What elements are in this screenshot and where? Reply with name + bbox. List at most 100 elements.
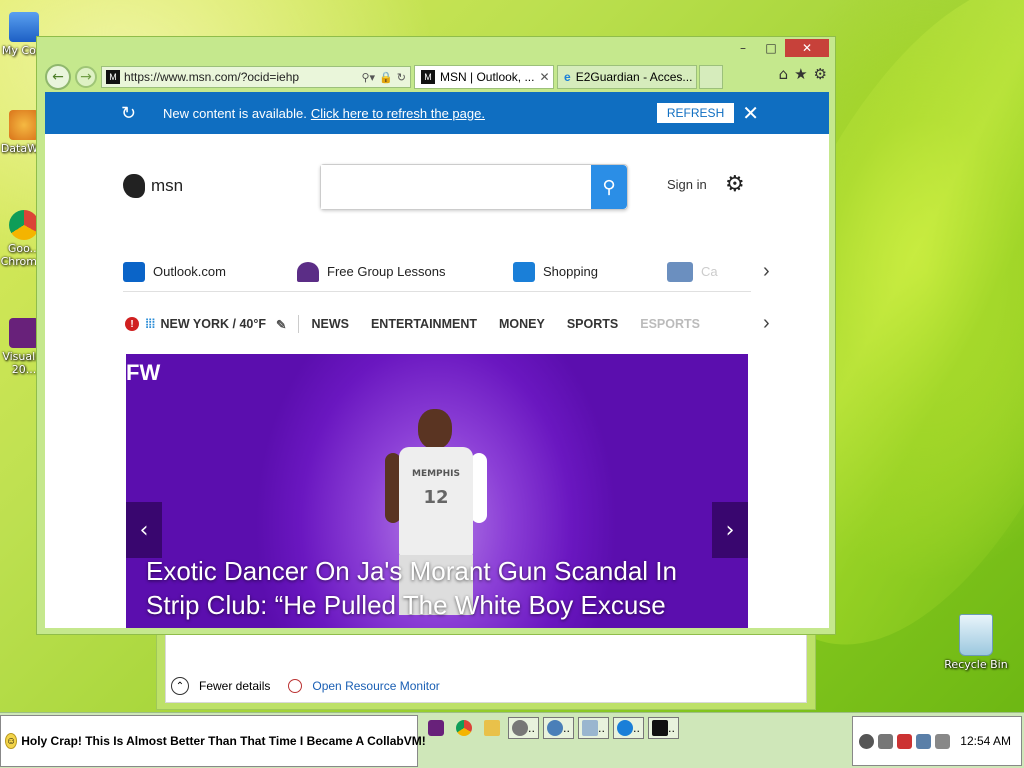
recycle-bin-icon — [959, 614, 993, 656]
maximize-button[interactable]: □ — [757, 39, 785, 57]
task-manager-task[interactable]: .. — [578, 717, 609, 739]
jersey-number: 12 — [423, 487, 449, 508]
window-controls: – □ ✕ — [729, 39, 829, 57]
command-prompt-icon — [652, 720, 668, 736]
quick-link-cars[interactable]: Ca — [667, 261, 718, 282]
address-url[interactable]: https://www.msn.com/?ocid=iehp — [124, 70, 358, 84]
favorites-star-icon[interactable]: ★ — [794, 65, 807, 83]
category-entertainment[interactable]: ENTERTAINMENT — [371, 317, 477, 331]
new-tab-button[interactable] — [699, 65, 723, 89]
chrome-icon — [9, 210, 39, 240]
refresh-icon[interactable]: ↻ — [397, 71, 406, 84]
folder-icon — [484, 720, 500, 736]
category-news[interactable]: NEWS — [311, 317, 349, 331]
category-nav: ! ⁞⁞⁞ NEW YORK / 40°F ✎ NEWS ENTERTAINME… — [125, 310, 770, 338]
ie-icon: e — [564, 70, 571, 84]
desktop-icon-label: Recycle Bin — [944, 658, 1008, 671]
hero-headline[interactable]: Exotic Dancer On Ja's Morant Gun Scandal… — [146, 554, 726, 622]
tray-status-icon[interactable] — [859, 733, 874, 749]
search-icon[interactable]: ⚲ — [591, 165, 627, 209]
open-resource-monitor-link[interactable]: Open Resource Monitor — [312, 679, 439, 693]
volume-icon[interactable] — [935, 733, 950, 749]
edit-pencil-icon[interactable]: ✎ — [276, 317, 286, 332]
player-head — [418, 409, 452, 449]
quick-link-label: Free Group Lessons — [327, 264, 446, 279]
visual-studio-task[interactable] — [424, 717, 448, 739]
smiley-icon: ☺ — [5, 733, 18, 749]
datawrangler-icon — [9, 110, 39, 140]
sign-in-link[interactable]: Sign in — [667, 177, 707, 192]
player-jersey: MEMPHIS 12 — [399, 447, 473, 557]
weather-location[interactable]: NEW YORK / 40°F — [161, 317, 266, 331]
refresh-icon: ↻ — [121, 102, 137, 123]
close-window-button[interactable]: ✕ — [785, 39, 829, 57]
category-money[interactable]: MONEY — [499, 317, 545, 331]
close-notification-icon[interactable]: ✕ — [742, 101, 759, 126]
notification-message: New content is available. — [163, 105, 307, 121]
close-tab-icon[interactable]: ✕ — [539, 70, 549, 84]
tab-e2guardian[interactable]: e E2Guardian - Acces... — [557, 65, 697, 89]
minimize-button[interactable]: – — [729, 39, 757, 57]
ie-task[interactable]: .. — [613, 717, 644, 739]
resource-monitor-icon — [288, 679, 303, 693]
refresh-button[interactable]: REFRESH — [656, 103, 735, 123]
msn-favicon: M — [106, 70, 120, 84]
graduation-cap-icon — [297, 261, 319, 282]
ie-icon — [617, 720, 633, 736]
chevron-right-icon[interactable]: › — [763, 312, 770, 335]
msn-page: msn ⚲ Sign in ⚙ Outlook.com Free Group L… — [45, 134, 829, 628]
jersey-text: MEMPHIS — [411, 469, 461, 479]
fw-brand-logo: FW — [126, 360, 161, 385]
taskbar: ☺ Holy Crap! This Is Almost Better Than … — [0, 712, 1024, 768]
quick-link-shopping[interactable]: Shopping — [513, 261, 667, 282]
msn-butterfly-icon — [123, 174, 145, 198]
page-settings-gear-icon[interactable]: ⚙ — [725, 172, 745, 197]
start-button-label: Holy Crap! This Is Almost Better Than Th… — [21, 734, 426, 748]
lock-icon[interactable]: 🔒 — [379, 71, 393, 84]
carousel-prev-button[interactable]: ‹ — [126, 502, 162, 558]
fewer-details-link[interactable]: Fewer details — [199, 679, 270, 693]
address-bar[interactable]: M https://www.msn.com/?ocid=iehp ⚲▾ 🔒 ↻ — [101, 66, 411, 88]
quick-link-outlook[interactable]: Outlook.com — [123, 261, 297, 282]
cmd-task[interactable]: .. — [648, 717, 679, 739]
tab-msn[interactable]: M MSN | Outlook, ... ✕ — [414, 65, 554, 89]
category-sports[interactable]: SPORTS — [567, 317, 618, 331]
flag-alert-icon[interactable] — [897, 733, 912, 749]
quick-link-group-lessons[interactable]: Free Group Lessons — [297, 261, 513, 282]
browser-tools: ⌂ ★ ⚙ — [779, 65, 827, 83]
search-input[interactable] — [321, 165, 591, 209]
refresh-notification-bar: ↻ New content is available. Click here t… — [45, 92, 829, 134]
msn-favicon: M — [421, 70, 435, 84]
task-app-2[interactable]: .. — [543, 717, 574, 739]
network-icon[interactable] — [916, 733, 931, 749]
chrome-task[interactable] — [452, 717, 476, 739]
explorer-task[interactable] — [480, 717, 504, 739]
carousel-next-button[interactable]: › — [712, 502, 748, 558]
home-icon[interactable]: ⌂ — [779, 65, 789, 83]
desktop-icon-recycle-bin[interactable]: Recycle Bin — [944, 614, 1008, 671]
shopping-cart-icon — [513, 261, 535, 282]
msn-logo[interactable]: msn — [123, 174, 183, 198]
rain-weather-icon: ⁞⁞⁞ — [145, 317, 155, 331]
quick-link-label: Ca — [701, 264, 718, 279]
globe-icon — [547, 720, 563, 736]
forward-button[interactable]: → — [75, 66, 97, 88]
task-app-1[interactable]: .. — [508, 717, 539, 739]
clock[interactable]: 12:54 AM — [960, 734, 1011, 748]
quick-link-label: Outlook.com — [153, 264, 226, 279]
search-box[interactable]: ⚲ — [320, 164, 628, 210]
weather-alert-icon[interactable]: ! — [125, 317, 139, 331]
back-button[interactable]: ← — [45, 64, 71, 90]
category-esports[interactable]: ESPORTS — [640, 317, 700, 331]
chrome-icon — [456, 720, 472, 736]
settings-gear-icon[interactable]: ⚙ — [814, 65, 827, 83]
hero-carousel[interactable]: FW MEMPHIS 12 ‹ › Exotic Dancer On Ja's … — [126, 354, 748, 628]
car-icon — [667, 261, 693, 282]
search-dropdown-icon[interactable]: ⚲▾ — [362, 71, 376, 84]
refresh-page-link[interactable]: Click here to refresh the page. — [311, 106, 485, 121]
start-button[interactable]: ☺ Holy Crap! This Is Almost Better Than … — [0, 715, 426, 767]
stop-icon[interactable] — [878, 733, 893, 749]
divider — [298, 315, 300, 333]
chevron-up-icon[interactable]: ⌃ — [171, 677, 189, 695]
chevron-right-icon[interactable]: › — [763, 260, 770, 283]
